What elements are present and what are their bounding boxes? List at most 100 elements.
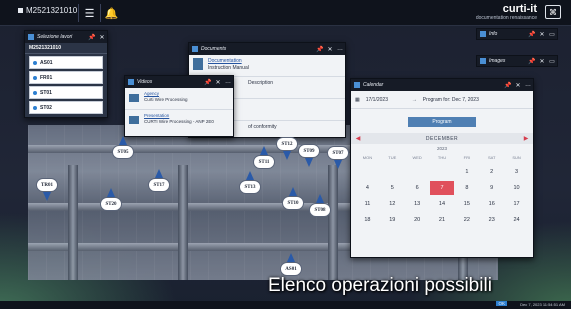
bullet-icon [33, 60, 37, 65]
arrow-right-icon: → [411, 96, 417, 103]
calendar-day[interactable]: 1 [454, 165, 479, 179]
expand-icon[interactable]: ✕ [513, 82, 523, 89]
brand-name: curti-it [502, 3, 537, 15]
station-pin-icon [43, 192, 51, 201]
calendar-day[interactable]: 12 [380, 197, 405, 211]
station-item[interactable]: FR01 [29, 71, 103, 84]
station-item[interactable]: ST01 [29, 86, 103, 99]
calendar-day[interactable]: 18 [355, 213, 380, 227]
documents-header[interactable]: Documents 📌 ✕ … [189, 43, 345, 55]
station-marker[interactable]: ST20 [100, 197, 122, 211]
expand-icon[interactable]: ✕ [97, 34, 107, 41]
video-row[interactable]: Presentation CURTI Wire Processing - ANP … [125, 110, 233, 132]
machine-post [68, 165, 78, 280]
station-marker[interactable]: ST12 [276, 137, 298, 151]
weekday-label: SAT [487, 155, 496, 160]
brand-icon: ⌘ [545, 5, 561, 19]
expand-icon[interactable]: ✕ [325, 46, 335, 53]
station-marker[interactable]: ST11 [253, 155, 275, 169]
calendar-day[interactable]: 19 [380, 213, 405, 227]
brand-logo: curti-it documentation renaissance [476, 3, 537, 21]
pin-icon[interactable]: 📌 [503, 82, 513, 89]
station-item-label: FR01 [40, 74, 53, 81]
document-row[interactable]: Documentation Instruction Manual [189, 55, 345, 77]
calendar-day[interactable]: 13 [405, 197, 430, 211]
pin-icon[interactable]: 📌 [527, 58, 537, 65]
calendar-day[interactable]: 14 [430, 197, 455, 211]
info-panel-header[interactable]: Info 📌 ✕ ▭ [476, 28, 558, 40]
station-item[interactable]: ST02 [29, 101, 103, 114]
calendar-day[interactable]: 5 [380, 181, 405, 195]
machine-post [328, 165, 338, 280]
calendar-day[interactable]: 15 [454, 197, 479, 211]
program-button[interactable]: Program [408, 117, 476, 127]
videos-header[interactable]: Videos 📌 ✕ … [125, 76, 233, 88]
file-icon [193, 58, 203, 70]
month-navigation: ◀ DECEMBER ▶ [351, 133, 533, 144]
station-marker[interactable]: ST05 [112, 145, 134, 159]
ok-button[interactable]: OK [496, 301, 507, 306]
calendar-day[interactable]: 21 [430, 213, 455, 227]
calendar-day[interactable]: 11 [355, 197, 380, 211]
calendar-day[interactable]: 10 [504, 181, 529, 195]
machine-icon [18, 8, 23, 13]
calendar-panel: Calendar 📌 ✕ … ▦ 17/1/2023 → Program for… [350, 78, 534, 258]
station-item[interactable]: AS01 [29, 56, 103, 69]
calendar-day[interactable]: 7 [429, 181, 455, 195]
calendar-day[interactable]: 2 [479, 165, 504, 179]
station-list-header[interactable]: Selezione lavori 📌 ✕ [25, 31, 107, 43]
station-marker[interactable]: ST13 [239, 180, 261, 194]
calendar-day[interactable]: 6 [405, 181, 430, 195]
pin-icon[interactable]: 📌 [203, 79, 213, 86]
expand-icon[interactable]: ✕ [537, 58, 547, 65]
menu-icon[interactable]: … [335, 46, 345, 52]
calendar-empty-cell [405, 165, 430, 179]
calendar-day[interactable]: 4 [355, 181, 380, 195]
calendar-empty-cell [355, 165, 380, 179]
weekday-label: THU [437, 155, 447, 160]
images-panel-header[interactable]: Images 📌 ✕ ▭ [476, 55, 558, 67]
station-marker[interactable]: AS01 [280, 262, 302, 276]
station-marker[interactable]: ST17 [148, 178, 170, 192]
program-for-label: Program for: Dec 7, 2023 [422, 96, 479, 103]
calendar-day[interactable]: 9 [479, 181, 504, 195]
timestamp: Dec 7, 2023 11:54:51 AM [520, 302, 565, 307]
station-marker[interactable]: ST10 [282, 196, 304, 210]
bullet-icon [33, 105, 37, 110]
menu-icon[interactable]: ☰ [78, 4, 100, 22]
calendar-day[interactable]: 23 [479, 213, 504, 227]
calendar-day[interactable]: 24 [504, 213, 529, 227]
info-panel-title: Info [489, 31, 498, 37]
play-icon [129, 94, 139, 102]
station-marker[interactable]: ST09 [298, 144, 320, 158]
document-subtitle: Description [248, 80, 274, 86]
menu-icon[interactable]: … [223, 79, 233, 85]
calendar-header[interactable]: Calendar 📌 ✕ … [351, 79, 533, 91]
expand-icon[interactable]: ✕ [537, 31, 547, 38]
next-month-icon[interactable]: ▶ [519, 135, 533, 142]
calendar-day[interactable]: 22 [454, 213, 479, 227]
caption: Elenco operazioni possibili [268, 275, 492, 296]
prev-month-icon[interactable]: ◀ [351, 135, 365, 142]
calendar-day[interactable]: 3 [504, 165, 529, 179]
date-field[interactable]: 17/1/2023 [366, 97, 406, 103]
top-bar: M2521321010 ☰ 🔔 curti-it documentation r… [0, 0, 571, 26]
calendar-day[interactable]: 8 [454, 181, 479, 195]
station-pin-icon [334, 160, 342, 169]
pin-icon[interactable]: 📌 [527, 31, 537, 38]
menu-icon[interactable]: … [523, 82, 533, 88]
calendar-day[interactable]: 17 [504, 197, 529, 211]
station-marker[interactable]: ST08 [309, 203, 331, 217]
calendar-day[interactable]: 20 [405, 213, 430, 227]
calendar-day[interactable]: 16 [479, 197, 504, 211]
pin-icon[interactable]: 📌 [315, 46, 325, 53]
bell-icon[interactable]: 🔔 [100, 4, 122, 22]
pin-icon[interactable]: 📌 [87, 34, 97, 41]
window-icon[interactable]: ▭ [547, 58, 557, 65]
window-icon[interactable]: ▭ [547, 31, 557, 38]
expand-icon[interactable]: ✕ [213, 79, 223, 86]
video-row[interactable]: Agency Curti Wire Processing [125, 88, 233, 110]
station-marker[interactable]: ST07 [327, 146, 349, 160]
station-marker[interactable]: TR01 [36, 178, 58, 192]
calendar-icon [354, 82, 360, 88]
